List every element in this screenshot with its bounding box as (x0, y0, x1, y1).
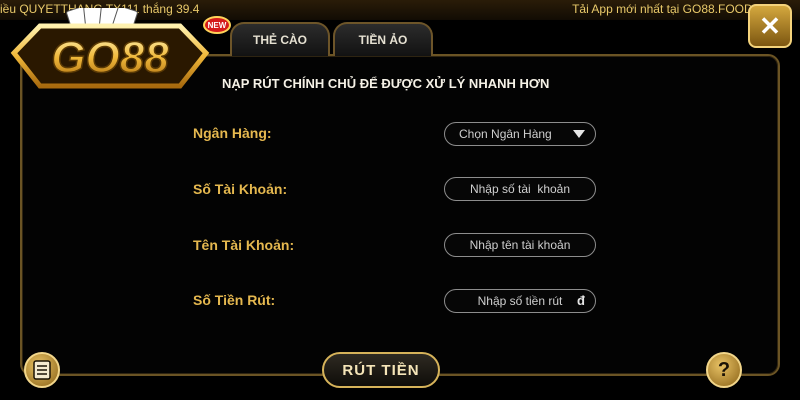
withdraw-button[interactable]: RÚT TIỀN (322, 352, 440, 388)
bank-select-value: Chọn Ngân Hàng (459, 127, 552, 141)
account-number-input[interactable] (459, 181, 581, 197)
amount-input[interactable] (459, 293, 581, 309)
tab-card[interactable]: THẺ CÀO (230, 22, 330, 56)
tab-crypto[interactable]: TIỀN ẢO (333, 22, 433, 56)
amount-label: Số Tiền Rút: (193, 292, 276, 308)
bank-select[interactable]: Chọn Ngân Hàng (444, 122, 596, 146)
chevron-down-icon (573, 130, 585, 138)
withdraw-notice: NẠP RÚT CHÍNH CHỦ ĐỂ ĐƯỢC XỬ LÝ NHANH HƠ… (222, 76, 550, 91)
ticker-right-text: Tải App mới nhất tại GO88.FOOD - (572, 2, 760, 16)
account-name-field (444, 233, 596, 257)
new-badge: NEW (203, 16, 231, 34)
history-button[interactable] (24, 352, 60, 388)
go88-logo: GO88 (10, 8, 210, 89)
question-icon: ? (717, 358, 731, 381)
logo-text: GO88 (51, 33, 169, 82)
bank-label: Ngân Hàng: (193, 125, 272, 141)
currency-symbol: đ (577, 293, 585, 308)
help-button[interactable]: ? (706, 352, 742, 388)
close-icon: ✕ (759, 10, 781, 41)
account-name-label: Tên Tài Khoản: (193, 237, 295, 253)
amount-field: đ (444, 289, 596, 313)
withdraw-panel (20, 54, 780, 376)
close-button[interactable]: ✕ (748, 4, 792, 48)
account-name-input[interactable] (459, 237, 581, 253)
account-number-field (444, 177, 596, 201)
account-number-label: Số Tài Khoản: (193, 181, 288, 197)
document-icon (33, 360, 51, 380)
